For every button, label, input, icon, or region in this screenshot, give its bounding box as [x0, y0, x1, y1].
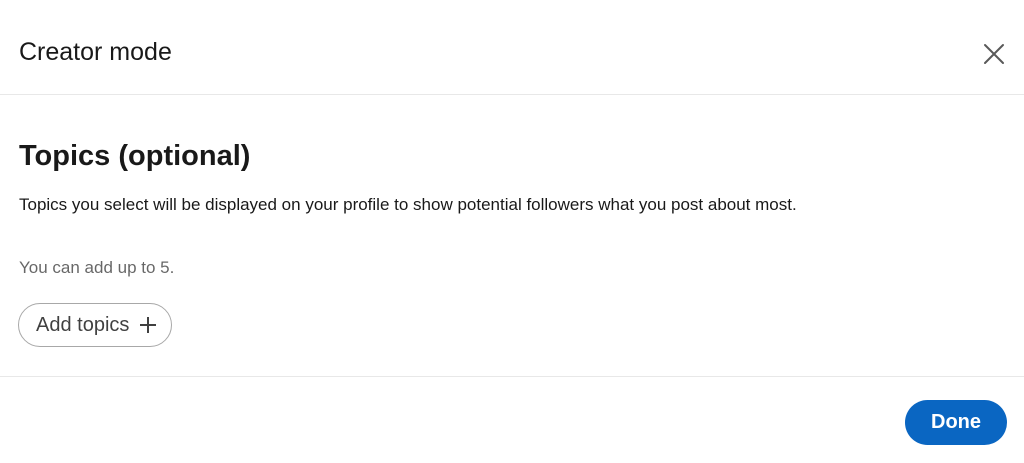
dialog-body: Topics (optional) Topics you select will…	[0, 96, 1024, 377]
close-icon	[982, 42, 1006, 66]
dialog-title: Creator mode	[19, 38, 172, 66]
add-topics-label: Add topics	[36, 313, 130, 336]
dialog-footer: Done	[0, 378, 1024, 463]
done-button[interactable]: Done	[905, 400, 1007, 445]
plus-icon	[139, 316, 157, 334]
close-button[interactable]	[974, 34, 1014, 74]
add-topics-button[interactable]: Add topics	[18, 303, 173, 347]
topics-limit-hint: You can add up to 5.	[19, 258, 175, 277]
dialog-header: Creator mode	[0, 0, 1024, 95]
topics-description: Topics you select will be displayed on y…	[19, 195, 797, 214]
creator-mode-dialog: Creator mode Topics (optional) Topics yo…	[0, 0, 1024, 463]
topics-heading: Topics (optional)	[19, 140, 251, 172]
